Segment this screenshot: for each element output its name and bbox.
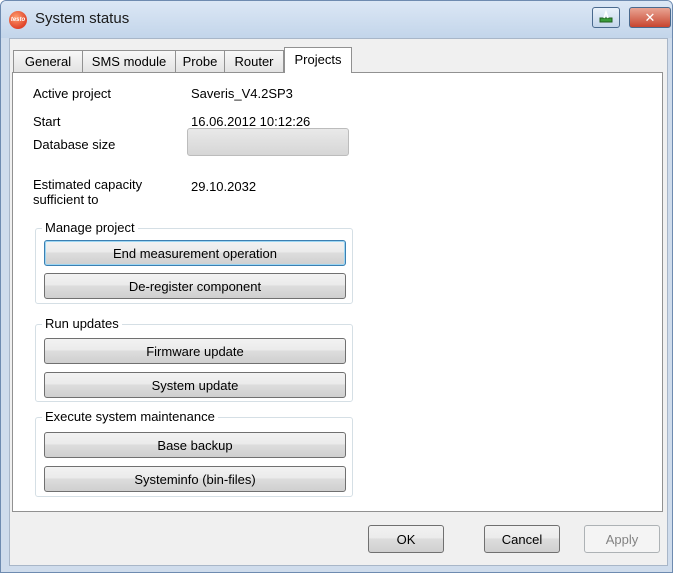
- start-label: Start: [33, 114, 61, 129]
- active-project-value: Saveris_V4.2SP3: [191, 86, 293, 101]
- help-icon: [599, 9, 613, 26]
- manage-project-title: Manage project: [42, 220, 138, 236]
- system-status-window: testo System status ✕ General SMS module…: [0, 0, 673, 573]
- projects-tab-panel: Active project Saveris_V4.2SP3 Start 16.…: [12, 72, 663, 512]
- title-bar[interactable]: testo System status ✕: [1, 1, 672, 38]
- dialog-client-area: General SMS module Probe Router Projects…: [9, 38, 668, 566]
- tab-router[interactable]: Router: [224, 50, 284, 72]
- capacity-value: 29.10.2032: [191, 179, 257, 194]
- help-button[interactable]: [592, 7, 620, 28]
- system-maintenance-title: Execute system maintenance: [42, 409, 218, 425]
- tab-probe[interactable]: Probe: [175, 50, 225, 72]
- ok-button[interactable]: OK: [368, 525, 444, 553]
- active-project-label: Active project: [33, 86, 112, 101]
- close-button[interactable]: ✕: [629, 7, 671, 28]
- database-size-label: Database size: [33, 137, 116, 152]
- capacity-label-line1: Estimated capacity: [33, 177, 143, 192]
- tab-projects[interactable]: Projects: [284, 47, 352, 73]
- manage-project-group: Manage project End measurement operation…: [35, 220, 353, 304]
- run-updates-group: Run updates Firmware update System updat…: [35, 316, 353, 402]
- apply-button[interactable]: Apply: [584, 525, 660, 553]
- capacity-label: Estimated capacity sufficient to: [33, 177, 142, 207]
- deregister-component-button[interactable]: De-register component: [44, 273, 346, 299]
- system-update-button[interactable]: System update: [44, 372, 346, 398]
- close-icon: ✕: [644, 9, 656, 25]
- end-measurement-button[interactable]: End measurement operation: [44, 240, 346, 266]
- cancel-button[interactable]: Cancel: [484, 525, 560, 553]
- base-backup-button[interactable]: Base backup: [44, 432, 346, 458]
- system-maintenance-group: Execute system maintenance Base backup S…: [35, 409, 353, 497]
- tab-general[interactable]: General: [13, 50, 83, 72]
- start-value: 16.06.2012 10:12:26: [191, 114, 311, 129]
- run-updates-title: Run updates: [42, 316, 122, 332]
- tab-sms-module[interactable]: SMS module: [82, 50, 176, 72]
- firmware-update-button[interactable]: Firmware update: [44, 338, 346, 364]
- database-size-progress: [187, 128, 349, 156]
- systeminfo-button[interactable]: Systeminfo (bin-files): [44, 466, 346, 492]
- window-title: System status: [35, 10, 130, 27]
- capacity-label-line2: sufficient to: [33, 192, 99, 207]
- testo-logo-icon: testo: [9, 11, 27, 29]
